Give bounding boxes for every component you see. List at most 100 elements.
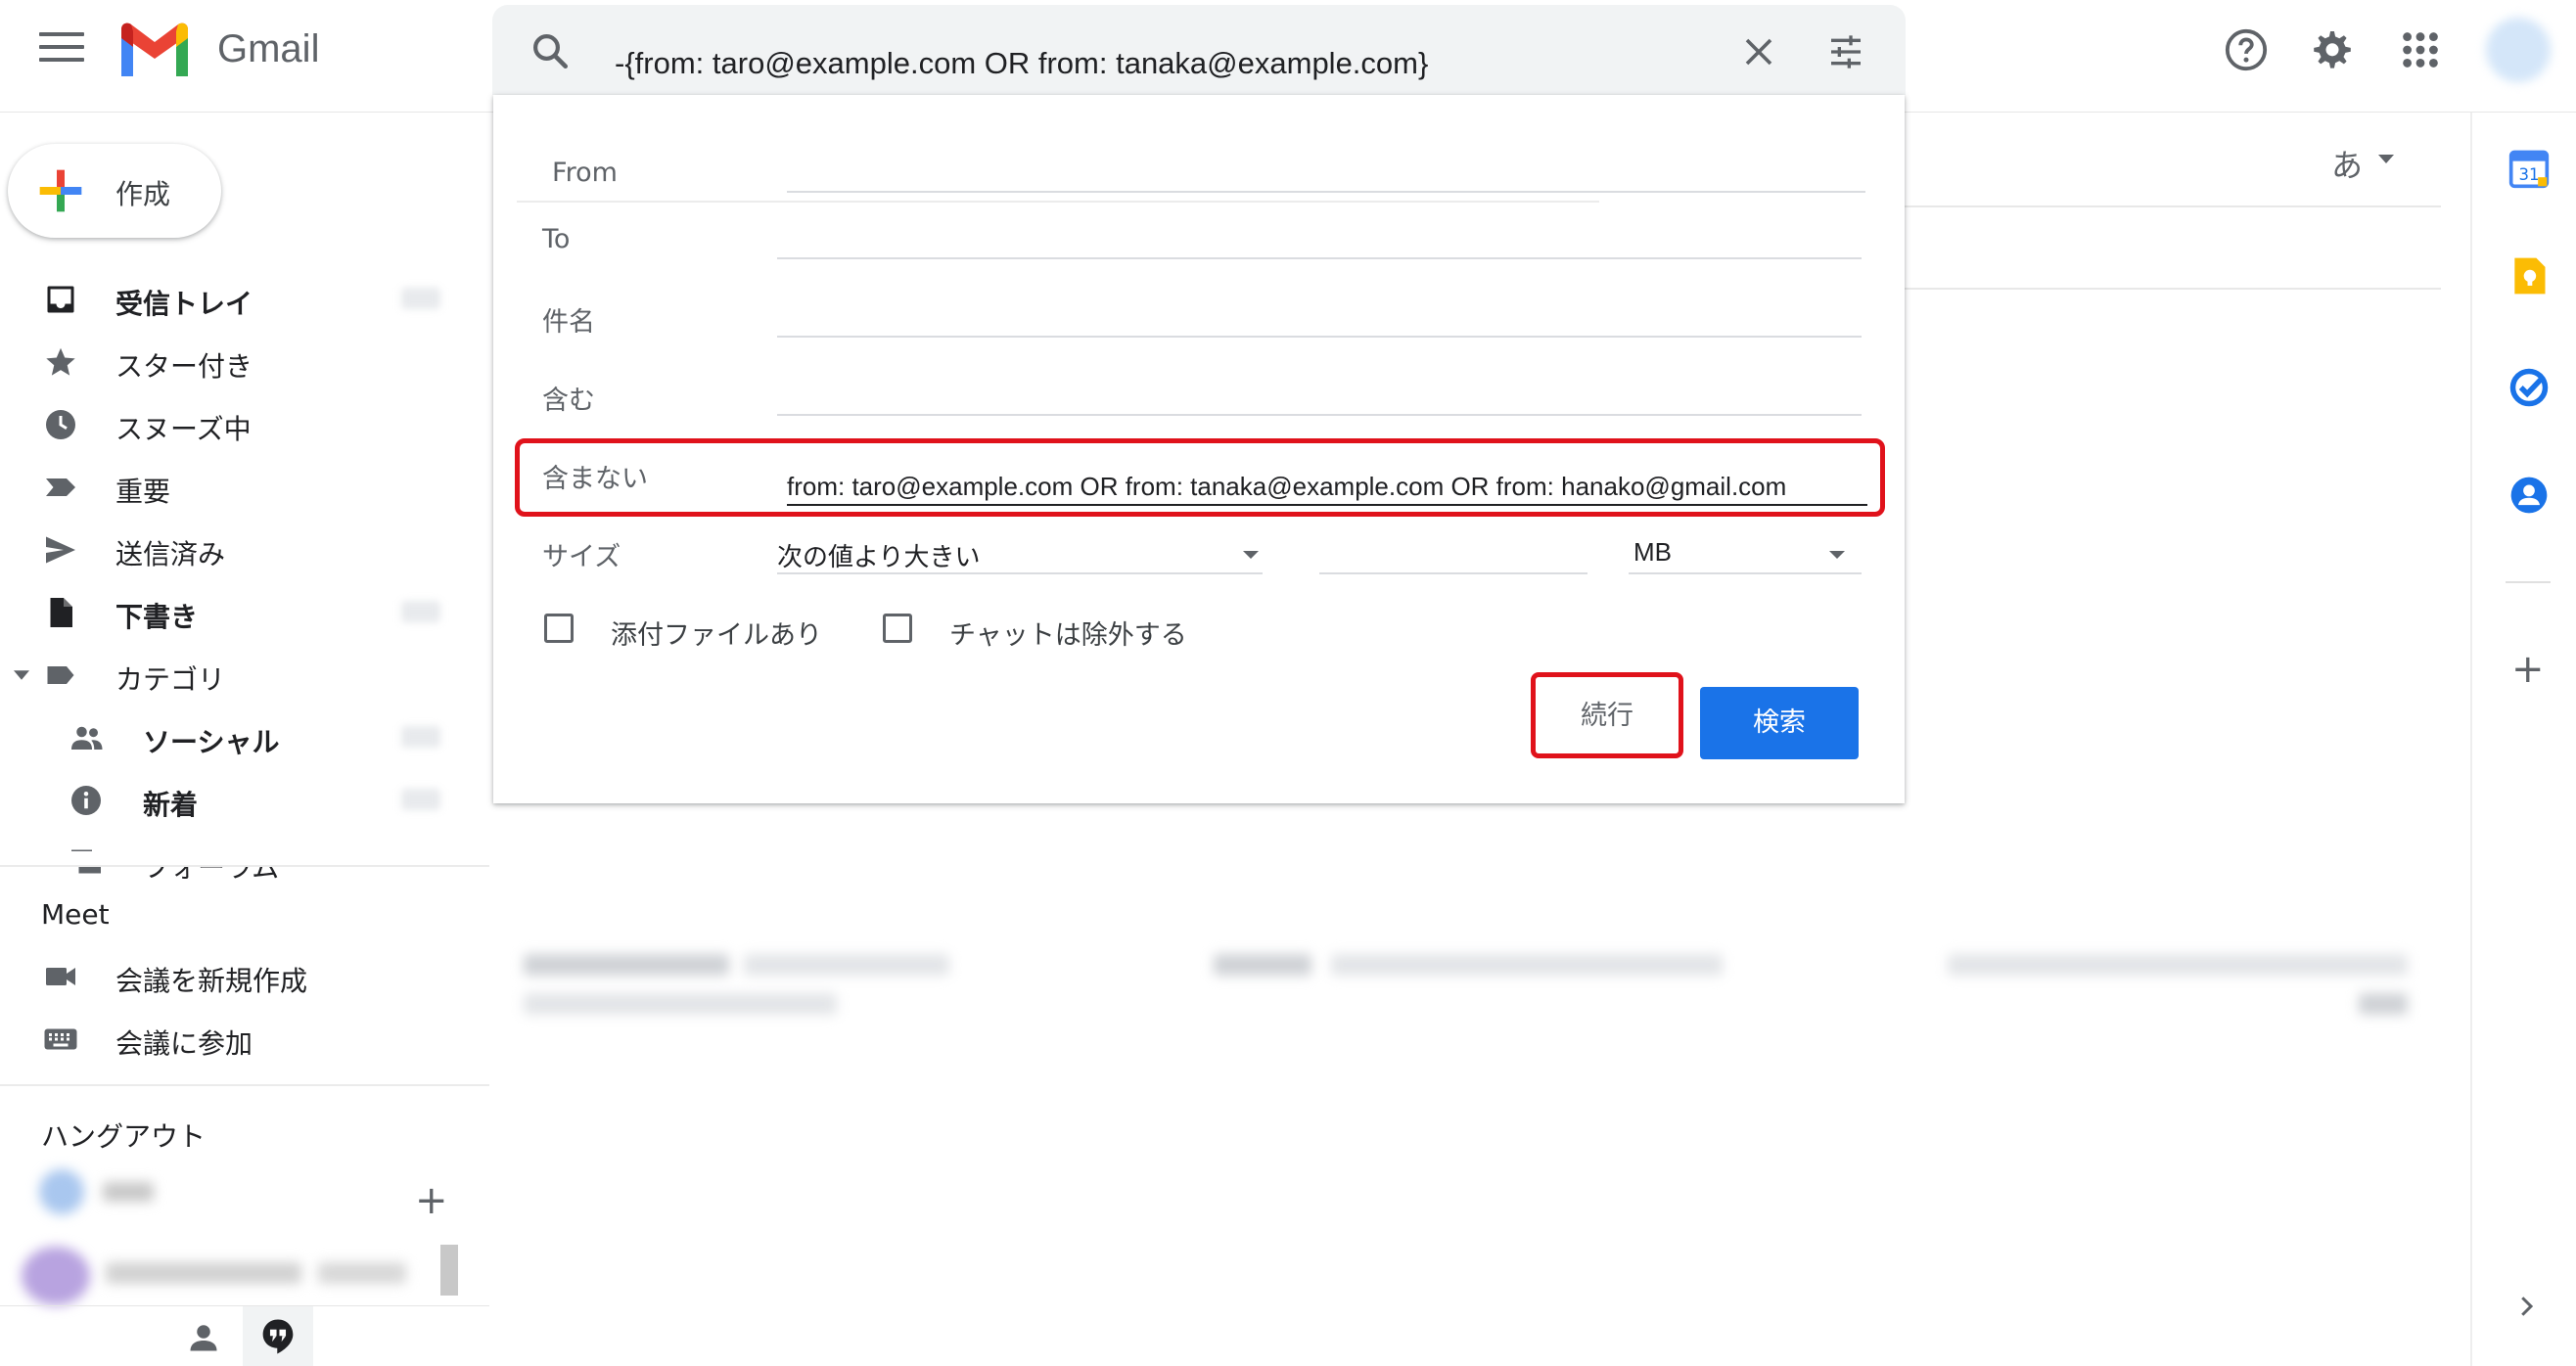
continue-button[interactable]: 続行 [1547, 687, 1667, 746]
contacts-icon[interactable] [2507, 474, 2551, 517]
email-snippet-blurred [1331, 954, 1723, 976]
hangouts-contact-status [318, 1262, 406, 1284]
search-bar[interactable]: -{from: taro@example.com OR from: tanaka… [492, 5, 1906, 95]
sidebar-item-label: カテゴリ [115, 663, 226, 696]
size-label: サイズ [542, 542, 621, 572]
sidebar-item-inbox[interactable]: 受信トレイ [0, 270, 489, 329]
star-icon [46, 347, 75, 376]
clear-search-icon[interactable] [1741, 34, 1776, 69]
sidebar-item-categories[interactable]: カテゴリ [0, 646, 489, 705]
google-apps-icon[interactable] [2398, 27, 2443, 72]
clock-icon [46, 410, 75, 439]
app-name[interactable]: Gmail [217, 27, 319, 71]
sidebar-item-label: スター付き [115, 350, 253, 383]
has-words-field[interactable] [777, 414, 1862, 416]
label-tag-icon [47, 666, 74, 684]
hangouts-contact-avatar[interactable] [22, 1247, 90, 1305]
get-addons-icon[interactable]: + [2511, 650, 2545, 689]
input-tool-caret-icon[interactable] [2378, 155, 2394, 163]
info-icon [71, 786, 101, 815]
sidebar-item-drafts[interactable]: 下書き [0, 583, 489, 642]
search-options-icon[interactable] [1826, 32, 1865, 71]
inbox-icon [47, 286, 74, 313]
has-attachment-label: 添付ファイルあり [611, 620, 822, 651]
sidebar-item-sent[interactable]: 送信済み [0, 521, 489, 579]
hangouts-contact-avatar[interactable] [39, 1169, 84, 1214]
hangouts-tab[interactable] [243, 1306, 313, 1366]
hangouts-quote-icon [262, 1319, 294, 1354]
subject-label: 件名 [542, 307, 595, 338]
tasks-icon[interactable] [2507, 366, 2551, 409]
exclude-chats-label: チャットは除外する [949, 620, 1187, 651]
search-button[interactable]: 検索 [1700, 687, 1859, 759]
meet-new-meeting[interactable]: 会議を新規作成 [0, 947, 489, 1006]
compose-label: 作成 [115, 178, 171, 210]
toolbar-divider [1905, 205, 2441, 207]
person-icon[interactable] [186, 1320, 221, 1355]
exclude-chats-checkbox[interactable] [883, 614, 912, 643]
sidebar-item-starred[interactable]: スター付き [0, 333, 489, 391]
email-snippet-blurred [1948, 954, 2408, 976]
email-sender-blurred[interactable] [524, 954, 729, 976]
subject-field[interactable] [777, 336, 1862, 338]
sidebar-item-label: 新着 [143, 789, 199, 821]
compose-button[interactable]: 作成 [8, 144, 221, 238]
email-snippet-blurred [744, 954, 949, 976]
size-value-field[interactable] [1319, 572, 1587, 574]
svg-text:31: 31 [2519, 165, 2540, 184]
side-panel-divider [2506, 581, 2551, 583]
sidebar-item-label: 下書き [115, 601, 199, 633]
input-tool-button[interactable]: あ [2331, 141, 2363, 186]
email-date-blurred [2359, 993, 2408, 1015]
has-attachment-checkbox[interactable] [544, 614, 574, 643]
gmail-logo-icon[interactable] [117, 22, 192, 80]
advanced-search-panel: From To 件名 含む 含まない from: taro@example.co… [493, 95, 1905, 803]
add-contact-icon[interactable]: + [415, 1178, 448, 1223]
meet-item-label: 会議を新規作成 [115, 965, 308, 997]
not-words-field[interactable]: from: taro@example.com OR from: tanaka@e… [787, 472, 1786, 502]
unread-count [401, 789, 440, 810]
account-avatar[interactable] [2486, 18, 2551, 82]
size-unit-caret-icon[interactable] [1829, 551, 1845, 559]
size-unit-select[interactable]: MB [1633, 537, 1672, 568]
sidebar-item-label: スヌーズ中 [115, 413, 252, 445]
sidebar-item-updates[interactable]: 新着 [0, 771, 489, 830]
sidebar-item-label: 重要 [115, 476, 171, 508]
hangouts-contact-name [103, 1182, 154, 1202]
has-words-label: 含む [542, 386, 595, 416]
keep-notes-icon[interactable] [2507, 254, 2551, 297]
size-operator-caret-icon[interactable] [1243, 551, 1259, 559]
meet-join-meeting[interactable]: 会議に参加 [0, 1010, 489, 1069]
sidebar-divider [0, 1084, 489, 1086]
sidebar-item-social[interactable]: ソーシャル [0, 708, 489, 767]
sidebar-divider [0, 865, 489, 867]
hangouts-scrollbar[interactable] [440, 1245, 458, 1296]
keyboard-icon [44, 1028, 77, 1050]
unread-count [401, 288, 440, 309]
email-subject-blurred[interactable] [1214, 954, 1311, 976]
chevron-right-icon[interactable] [2511, 1292, 2541, 1321]
field-separator [517, 201, 1599, 203]
sidebar-item-important[interactable]: 重要 [0, 458, 489, 517]
side-panel-border [2470, 113, 2472, 1366]
important-marker-icon [46, 478, 75, 496]
size-unit-underline [1629, 572, 1862, 574]
meet-item-label: 会議に参加 [115, 1027, 253, 1060]
draft-document-icon [50, 598, 72, 627]
calendar-icon[interactable]: 31 [2507, 147, 2551, 190]
size-operator-select[interactable]: 次の値より大きい [777, 537, 980, 573]
sidebar-item-snoozed[interactable]: スヌーズ中 [0, 395, 489, 454]
to-field[interactable] [777, 257, 1862, 259]
expand-caret-icon[interactable] [14, 669, 29, 681]
sidebar-item-label: 受信トレイ [115, 288, 253, 320]
hangouts-section-title: ハングアウト [41, 1120, 207, 1153]
settings-gear-icon[interactable] [2310, 27, 2355, 72]
from-field[interactable] [787, 191, 1865, 193]
meet-section-title: Meet [41, 898, 110, 931]
not-words-label: 含まない [542, 464, 648, 494]
tabs-divider [1905, 288, 2441, 290]
main-menu-icon[interactable] [39, 32, 84, 71]
search-input[interactable]: -{from: taro@example.com OR from: tanaka… [615, 46, 1428, 81]
help-icon[interactable] [2224, 27, 2269, 72]
search-icon[interactable] [529, 30, 571, 71]
